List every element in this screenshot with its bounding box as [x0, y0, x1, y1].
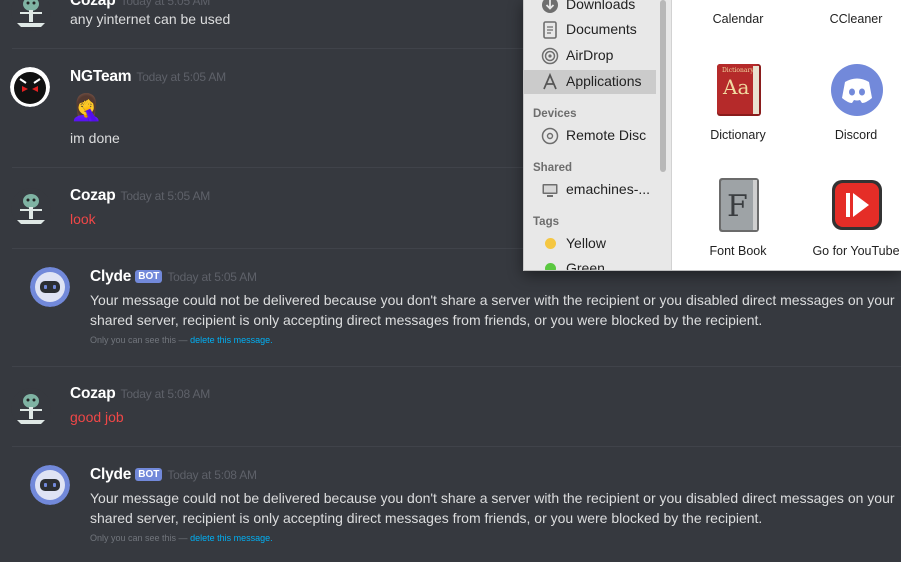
message-timestamp: Today at 5:05 AM: [167, 270, 257, 284]
sidebar-item-remote-disc[interactable]: Remote Disc: [524, 124, 656, 148]
cozap-avatar[interactable]: [11, 0, 51, 31]
finder-app-grid: Calendar CCleaner Dictionary Aa Dictiona…: [672, 0, 901, 270]
app-label: Go for YouTube: [812, 244, 900, 258]
bot-badge: BOT: [135, 468, 163, 481]
message-timestamp: Today at 5:08 AM: [120, 387, 211, 401]
discord-icon: [831, 60, 883, 118]
divider: [12, 446, 901, 447]
sidebar-item-emachines[interactable]: emachines-...: [524, 178, 656, 202]
youtube-icon: [831, 176, 883, 234]
sidebar-tag-green[interactable]: Green: [524, 257, 656, 270]
delete-message-link[interactable]: delete this message.: [190, 533, 273, 543]
message-text: Your message could not be delivered beca…: [90, 292, 895, 328]
finder-window: Downloads Documents AirDrop Applications…: [523, 0, 901, 271]
sidebar-scrollbar[interactable]: [660, 0, 666, 172]
clyde-avatar[interactable]: [30, 267, 70, 307]
message-text: Your message could not be delivered beca…: [90, 490, 895, 526]
svg-text:Dictionary: Dictionary: [722, 67, 754, 74]
sidebar-item-downloads[interactable]: Downloads: [524, 0, 656, 17]
finder-sidebar: Downloads Documents AirDrop Applications…: [524, 0, 672, 270]
app-label: Dictionary: [710, 128, 766, 142]
airdrop-icon: [541, 47, 559, 65]
message-author[interactable]: NGTeam Today at 5:05 AM: [70, 68, 226, 86]
app-label: Calendar: [712, 12, 764, 26]
disc-icon: [541, 127, 559, 145]
font-book-icon: F: [713, 176, 765, 234]
downloads-icon: [541, 0, 559, 14]
sidebar-item-applications[interactable]: Applications: [524, 70, 656, 94]
clyde-avatar[interactable]: [30, 465, 70, 505]
message-timestamp: Today at 5:05 AM: [120, 0, 211, 8]
svg-text:F: F: [727, 189, 748, 224]
facepalm-emoji: 🤦‍♀️: [70, 92, 103, 122]
ngteam-avatar[interactable]: [10, 67, 50, 107]
message-text: im done: [70, 130, 120, 146]
sidebar-header-tags: Tags: [533, 216, 559, 228]
ephemeral-note: Only you can see this — delete this mess…: [90, 335, 273, 345]
cozap-avatar[interactable]: [11, 388, 51, 428]
monitor-icon: [541, 181, 559, 199]
sidebar-header-shared: Shared: [533, 162, 572, 174]
applications-icon: [541, 72, 559, 91]
dictionary-icon: Dictionary Aa: [713, 60, 765, 118]
sidebar-header-devices: Devices: [533, 108, 577, 120]
message-timestamp: Today at 5:05 AM: [120, 189, 211, 203]
message-author[interactable]: Cozap Today at 5:08 AM: [70, 385, 210, 403]
message-author[interactable]: Cozap Today at 5:05 AM: [70, 0, 210, 10]
delete-message-link[interactable]: delete this message.: [190, 335, 273, 345]
cozap-avatar[interactable]: [11, 188, 51, 228]
sidebar-item-airdrop[interactable]: AirDrop: [524, 44, 656, 68]
app-label: CCleaner: [829, 12, 883, 26]
app-label: Font Book: [709, 244, 767, 258]
message-author[interactable]: Clyde BOT Today at 5:08 AM: [90, 466, 257, 484]
message-author[interactable]: Clyde BOT Today at 5:05 AM: [90, 268, 257, 286]
yellow-tag-icon: [545, 238, 556, 249]
sidebar-item-documents[interactable]: Documents: [524, 18, 656, 42]
message-text: any yinternet can be used: [70, 11, 231, 27]
app-label: Discord: [834, 128, 878, 142]
green-tag-icon: [545, 263, 556, 270]
message-text: good job: [70, 409, 124, 425]
ephemeral-note: Only you can see this — delete this mess…: [90, 533, 273, 543]
message-author[interactable]: Cozap Today at 5:05 AM: [70, 187, 210, 205]
sidebar-tag-yellow[interactable]: Yellow: [524, 232, 656, 256]
documents-icon: [541, 21, 559, 39]
message-text: look: [70, 211, 96, 227]
divider: [12, 366, 901, 367]
svg-text:Aa: Aa: [722, 75, 749, 99]
message-timestamp: Today at 5:05 AM: [136, 70, 226, 84]
bot-badge: BOT: [135, 270, 163, 283]
message-timestamp: Today at 5:08 AM: [167, 468, 257, 482]
